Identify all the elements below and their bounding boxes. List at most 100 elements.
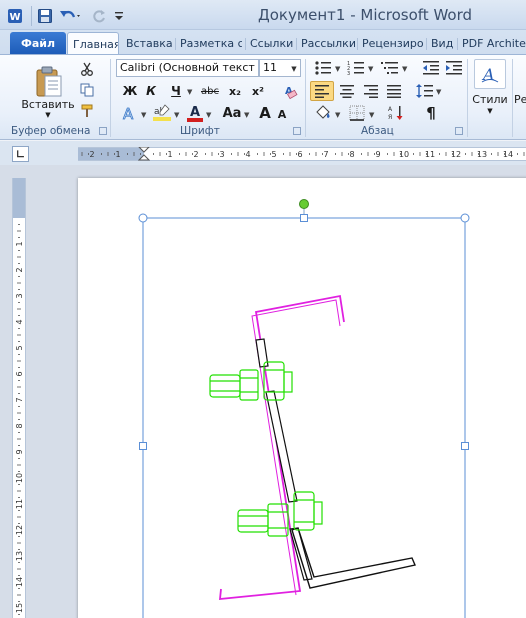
plate-top — [255, 338, 269, 368]
cut-icon[interactable] — [78, 60, 96, 78]
indent-marker-icon[interactable] — [138, 147, 150, 161]
svg-text:W: W — [9, 12, 20, 23]
decrease-indent-icon[interactable] — [421, 59, 441, 77]
superscript-button[interactable]: x² — [249, 82, 267, 100]
shading-dropdown-icon[interactable]: ▼ — [335, 111, 340, 119]
document-page[interactable] — [78, 178, 526, 618]
group-separator — [110, 59, 111, 137]
resize-handle-right[interactable] — [461, 442, 469, 450]
save-icon[interactable] — [36, 7, 54, 25]
numbering-dropdown-icon[interactable]: ▼ — [368, 65, 373, 73]
align-center-icon[interactable] — [337, 81, 357, 101]
undo-icon[interactable] — [58, 7, 84, 25]
ruler-ticks-vertical: 123456789101112131415 — [15, 224, 24, 615]
word-window: W Документ1 - Microsoft Word Файл Главна… — [0, 0, 526, 618]
sort-icon[interactable]: AЯ — [386, 103, 406, 123]
tab-home[interactable]: Главная — [67, 32, 119, 55]
font-group-label: Шрифт — [180, 125, 220, 137]
ruler-number: 14 — [503, 150, 513, 159]
styles-gallery-icon[interactable]: A — [474, 59, 506, 89]
resize-handle-top-left[interactable] — [138, 213, 148, 223]
quick-access-separator — [31, 6, 32, 26]
align-right-icon[interactable] — [361, 81, 381, 101]
tab-separator — [357, 38, 358, 50]
ruler-number: 10 — [399, 150, 409, 159]
clipboard-launcher-icon[interactable] — [99, 127, 107, 135]
title-bar: W Документ1 - Microsoft Word — [0, 0, 526, 30]
ruler-number: 1 — [115, 150, 120, 159]
multilevel-dropdown-icon[interactable]: ▼ — [402, 65, 407, 73]
increase-indent-icon[interactable] — [444, 59, 464, 77]
underline-button[interactable]: Ч — [168, 82, 184, 100]
ruler-number: 12 — [15, 525, 24, 535]
vertical-ruler[interactable]: 1 2 3 4 5 6 7 8 9 10 11 12 13 14 15 — [12, 178, 26, 618]
tab-review[interactable]: Рецензиро — [359, 33, 424, 54]
highlight-dropdown-icon[interactable]: ▼ — [174, 111, 179, 119]
window-title: Документ1 - Microsoft Word — [258, 6, 472, 24]
strikethrough-button[interactable]: abc — [199, 82, 221, 100]
ruler-number: 8 — [349, 150, 354, 159]
clear-formatting-icon[interactable]: A — [279, 81, 299, 101]
svg-text:A: A — [123, 105, 134, 122]
styles-button[interactable]: Стили — [470, 92, 510, 106]
resize-handle-top[interactable] — [300, 214, 308, 222]
subscript-button[interactable]: x₂ — [226, 82, 244, 100]
tab-file[interactable]: Файл — [10, 32, 66, 54]
paragraph-launcher-icon[interactable] — [455, 127, 463, 135]
ribbon-home: Вставить ▼ Буфер обмена Calibri (Основно… — [0, 54, 526, 140]
tab-page-layout[interactable]: Разметка с — [177, 33, 242, 54]
shrink-font-button[interactable]: A — [276, 105, 288, 123]
bullets-icon[interactable] — [313, 59, 333, 77]
line-spacing-icon[interactable] — [415, 81, 435, 101]
format-painter-icon[interactable] — [78, 102, 96, 120]
borders-icon[interactable] — [347, 103, 367, 123]
text-effects-dropdown-icon[interactable]: ▼ — [141, 111, 146, 119]
ruler-number: 14 — [15, 577, 24, 587]
show-marks-button[interactable]: ¶ — [421, 103, 441, 123]
justify-icon[interactable] — [384, 81, 404, 101]
customize-dropdown-icon[interactable] — [112, 7, 126, 25]
horizontal-ruler[interactable]: 21123456789101112131415 — [78, 147, 526, 161]
italic-button[interactable]: К — [143, 82, 159, 100]
resize-handle-top-right[interactable] — [460, 213, 470, 223]
resize-handle-left[interactable] — [139, 442, 147, 450]
styles-dropdown-icon[interactable]: ▼ — [484, 107, 496, 115]
font-launcher-icon[interactable] — [293, 127, 301, 135]
align-left-icon[interactable] — [310, 81, 334, 101]
bullets-dropdown-icon[interactable]: ▼ — [335, 65, 340, 73]
paste-dropdown-icon[interactable]: ▼ — [42, 111, 54, 119]
redo-icon[interactable] — [90, 7, 108, 25]
tab-insert[interactable]: Вставка — [123, 33, 173, 54]
underline-dropdown-icon[interactable]: ▼ — [187, 88, 192, 96]
editing-button[interactable]: Ре — [514, 92, 526, 106]
tab-mailings[interactable]: Рассылки — [298, 33, 355, 54]
line-spacing-dropdown-icon[interactable]: ▼ — [436, 88, 441, 96]
tab-references[interactable]: Ссылки — [247, 33, 294, 54]
shading-icon[interactable] — [313, 103, 333, 123]
font-color-icon[interactable]: A — [185, 103, 205, 123]
tab-selector-button[interactable]: ∟ — [12, 146, 29, 162]
change-case-dropdown-icon[interactable]: ▼ — [244, 111, 249, 119]
font-size-dropdown-icon[interactable]: ▼ — [288, 60, 300, 78]
numbering-icon[interactable]: 123 — [346, 59, 366, 77]
svg-text:3: 3 — [347, 71, 350, 76]
bolt-lower — [237, 491, 323, 537]
copy-icon[interactable] — [78, 81, 96, 99]
font-color-dropdown-icon[interactable]: ▼ — [206, 111, 211, 119]
bold-button[interactable]: Ж — [122, 82, 138, 100]
paste-button[interactable]: Вставить — [21, 97, 74, 111]
word-logo-icon[interactable]: W — [6, 7, 24, 25]
text-effects-icon[interactable]: A — [118, 103, 140, 123]
change-case-button[interactable]: Aa — [220, 104, 244, 122]
multilevel-list-icon[interactable] — [380, 59, 400, 77]
tab-view[interactable]: Вид — [428, 33, 456, 54]
tab-pdf-architect[interactable]: PDF Archite — [459, 33, 526, 54]
grow-font-button[interactable]: A — [258, 104, 272, 122]
font-name-combo[interactable]: Calibri (Основной текст — [116, 59, 259, 77]
rotate-handle[interactable] — [299, 199, 309, 209]
ruler-number: 5 — [15, 345, 24, 350]
ruler-number: 7 — [323, 150, 328, 159]
highlight-icon[interactable]: ab — [151, 103, 173, 123]
selected-drawing[interactable] — [78, 178, 526, 618]
borders-dropdown-icon[interactable]: ▼ — [369, 111, 374, 119]
